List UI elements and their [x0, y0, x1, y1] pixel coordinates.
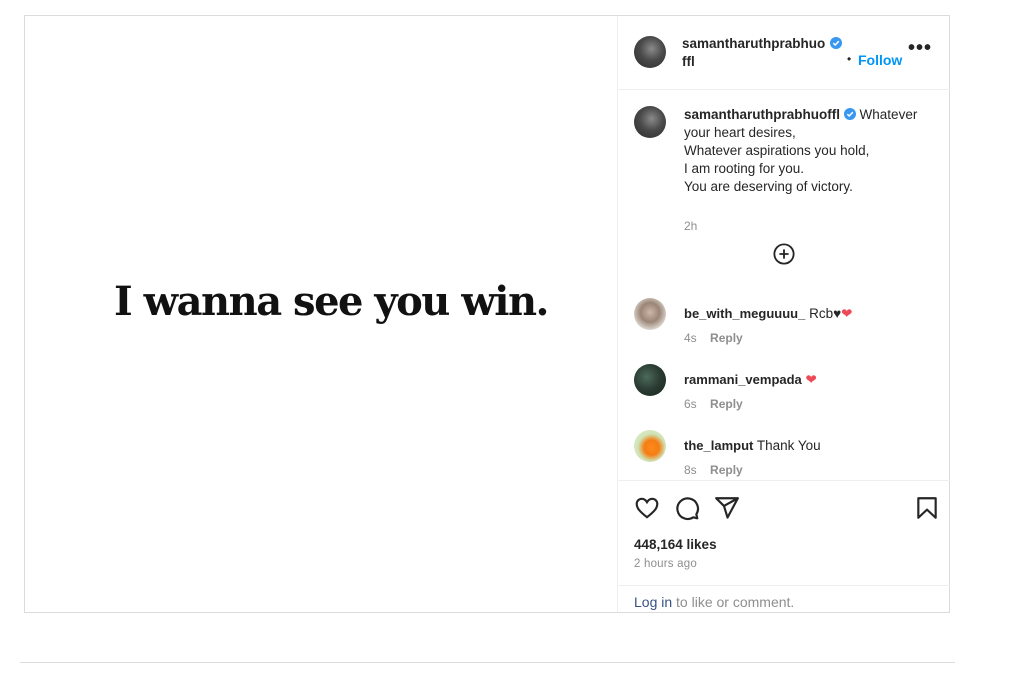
follow-separator: • — [847, 52, 852, 66]
footer-divider — [20, 662, 955, 663]
caption-line: your heart desires, — [684, 125, 796, 140]
login-prompt: Log in to like or comment. — [618, 585, 950, 616]
heart-emoji: ❤ — [841, 306, 853, 321]
comment-time: 6s — [684, 397, 697, 411]
commenter-username[interactable]: rammani_vempada — [684, 372, 802, 387]
commenter-avatar[interactable] — [634, 430, 666, 462]
login-prompt-text: Log in to like or comment. — [634, 594, 794, 610]
comment-time: 4s — [684, 331, 697, 345]
caption-time: 2h — [684, 219, 698, 233]
heart-emoji: ❤ — [805, 372, 817, 387]
comment-time: 8s — [684, 463, 697, 477]
comment-text: rammani_vempada ❤ — [684, 371, 934, 389]
reply-button[interactable]: Reply — [710, 397, 743, 411]
caption-line: You are deserving of victory. — [684, 179, 853, 194]
comments-list[interactable]: samantharuthprabhuoffl Whatever your hea… — [618, 90, 950, 480]
action-bar: 448,164 likes 2 hours ago Log in to like… — [618, 480, 950, 613]
heart-icon[interactable] — [634, 495, 660, 521]
add-circle-icon[interactable] — [773, 243, 795, 265]
likes-count[interactable]: 448,164 likes — [634, 537, 717, 552]
follow-button[interactable]: Follow — [858, 52, 902, 68]
commenter-username[interactable]: be_with_meguuuu_ — [684, 306, 805, 321]
bookmark-icon[interactable] — [914, 495, 940, 521]
more-options-icon[interactable]: ••• — [908, 38, 932, 58]
share-icon[interactable] — [714, 495, 740, 521]
commenter-avatar[interactable] — [634, 364, 666, 396]
post-sidebar: samantharuthprabhuo ffl • Follow ••• sam… — [617, 16, 950, 612]
comment-text: be_with_meguuuu_ Rcb♥❤ — [684, 305, 934, 323]
verified-badge-icon — [829, 37, 842, 49]
comment-meta: 4s Reply — [684, 331, 743, 345]
author-username-wrap[interactable]: ffl — [682, 54, 695, 69]
post-media[interactable]: I wanna see you win. — [25, 16, 617, 612]
author-info: samantharuthprabhuo ffl — [682, 35, 842, 71]
verified-badge-icon — [843, 108, 856, 120]
comment-body: Thank You — [756, 438, 821, 453]
reply-button[interactable]: Reply — [710, 331, 743, 345]
caption-line: I am rooting for you. — [684, 161, 805, 176]
post-header: samantharuthprabhuo ffl • Follow ••• — [618, 16, 950, 90]
caption-username[interactable]: samantharuthprabhuoffl — [684, 107, 840, 122]
commenter-avatar[interactable] — [634, 298, 666, 330]
caption-line: Whatever aspirations you hold, — [684, 143, 870, 158]
caption-first-word: Whatever — [859, 107, 918, 122]
author-avatar[interactable] — [634, 36, 666, 68]
author-username[interactable]: samantharuthprabhuo — [682, 36, 825, 51]
comment-meta: 6s Reply — [684, 397, 743, 411]
comment-meta: 8s Reply — [684, 463, 743, 477]
post-media-text: I wanna see you win. — [114, 278, 549, 325]
post-timestamp[interactable]: 2 hours ago — [634, 558, 697, 570]
login-link[interactable]: Log in — [634, 594, 672, 610]
caption-avatar[interactable] — [634, 106, 666, 138]
commenter-username[interactable]: the_lamput — [684, 438, 753, 453]
reply-button[interactable]: Reply — [710, 463, 743, 477]
comment-icon[interactable] — [674, 495, 700, 521]
comment-text: the_lamput Thank You — [684, 437, 934, 455]
caption-text: samantharuthprabhuoffl Whatever your hea… — [684, 106, 934, 196]
comment-body: Rcb♥ — [809, 306, 842, 321]
post-card: I wanna see you win. samantharuthprabhuo… — [24, 15, 950, 613]
login-rest: to like or comment. — [676, 594, 795, 610]
